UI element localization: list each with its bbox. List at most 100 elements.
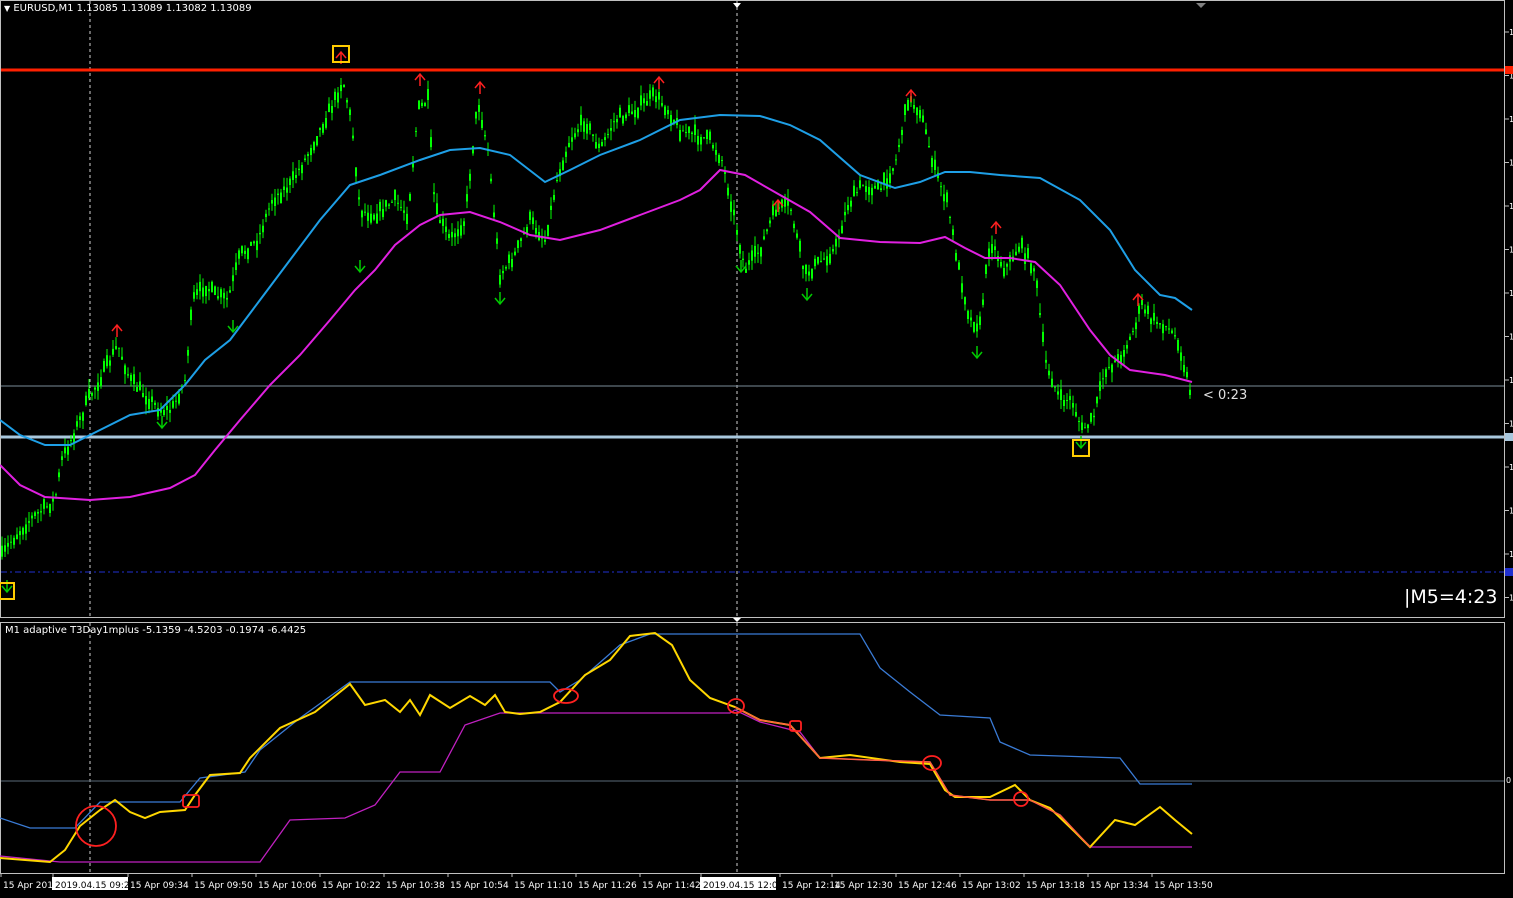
price-tick-label: 1 [1509,420,1513,429]
price-bar-body [817,257,819,264]
price-bar-body [28,521,30,523]
price-bar-body [460,225,462,236]
price-bar-body [835,238,837,247]
price-bar-body [103,361,105,372]
price-bar-body [70,440,72,441]
price-bar-body [628,105,630,113]
price-bar-body [13,537,15,545]
price-bar-body [1138,305,1140,314]
price-bar-body [40,511,42,513]
price-bar-body [61,456,63,460]
price-bar-body [313,142,315,151]
price-bar-body [22,527,24,535]
price-bar-body [1093,415,1095,418]
chart-window[interactable]: 11111111111111 15 Apr 2019 2019.04.15 09:… [0,0,1513,894]
price-bar-body [925,129,927,134]
price-bar-body [115,346,117,349]
price-bar-body [463,221,465,226]
price-bar-body [49,504,51,513]
price-bar-body [1024,253,1026,264]
price-bar-body [706,130,708,139]
price-bar-body [268,208,270,210]
price-bar-body [232,275,234,282]
price-bar-body [700,137,702,145]
time-axis-label: 15 Apr 10:54 [450,881,509,891]
price-bar-body [517,240,519,248]
price-bar-body [823,258,825,260]
price-bar-body [433,192,435,195]
price-bar-body [640,95,642,106]
price-bar-body [760,247,762,257]
price-bar-body [37,512,39,514]
price-bar-body [928,146,930,148]
price-bar-body [154,402,156,405]
price-bar-body [10,541,12,543]
price-bar-body [34,512,36,516]
price-bar-body [469,173,471,181]
price-bar-body [736,230,738,235]
price-bar-body [580,114,582,126]
price-bar-body [1162,324,1164,334]
price-bar-body [1072,403,1074,408]
price-bar-body [136,387,138,392]
time-axis-label: 15 Apr 13:50 [1154,881,1213,891]
price-bar-body [769,220,771,224]
price-bar-body [571,137,573,142]
price-bar-body [952,229,954,235]
price-bar-body [907,100,909,111]
price-bar-body [718,155,720,163]
price-bar-body [913,105,915,109]
price-bar-body [808,271,810,276]
time-axis-label: 15 Apr 2019 [3,881,59,891]
price-bar-body [1105,369,1107,377]
price-bar-body [328,103,330,112]
price-bar-body [1063,400,1065,406]
chart-canvas[interactable]: 11111111111111 15 Apr 20192019.04.15 09:… [0,0,1513,894]
price-bar-body [304,158,306,160]
price-bar-body [739,245,741,254]
dropdown-triangle-icon[interactable]: ▼ [4,4,10,13]
price-bar-body [820,260,822,262]
price-bar-body [1084,427,1086,429]
price-bar-body [934,159,936,170]
symbol-header-text: EURUSD,M1 1.13085 1.13089 1.13082 1.1308… [13,3,252,14]
price-bar-body [940,186,942,188]
price-bar-body [943,194,945,202]
price-bar-body [1069,396,1071,400]
price-bar-body [841,225,843,234]
price-bar-body [556,180,558,181]
price-bar-body [202,287,204,297]
price-bar-body [598,143,600,148]
price-bar-body [880,188,882,190]
price-bar-body [964,297,966,305]
price-bar-body [196,289,198,295]
indicator-pane[interactable] [0,622,1505,874]
price-bar-body [712,145,714,149]
price-bar-body [1189,389,1191,395]
price-bar-body [94,387,96,390]
price-bar-body [265,213,267,218]
price-bar-body [502,271,504,274]
price-bar-body [790,209,792,211]
price-bar-body [466,194,468,202]
price-bar-body [916,107,918,116]
price-bar-body [1153,312,1155,321]
price-bar-body [79,416,81,420]
price-bar-body [622,116,624,124]
time-axis-label: 15 Apr 10:38 [386,881,445,891]
main-pane[interactable] [0,0,1505,618]
price-bar-body [796,233,798,238]
price-bar-body [1165,326,1167,328]
price-bar-body [586,124,588,134]
price-bar-body [802,265,804,270]
price-bar-body [652,87,654,97]
price-bar-body [1159,323,1161,325]
price-bar-body [592,134,594,136]
price-bar-body [106,355,108,367]
indicator-header: M1 adaptive T3Day1mplus -5.1359 -4.5203 … [5,625,307,636]
price-bar-body [376,213,378,224]
price-bar-body [382,209,384,218]
pane-divider-marker-icon [733,618,741,622]
price-bar-body [373,214,375,220]
price-bar-body [472,146,474,154]
